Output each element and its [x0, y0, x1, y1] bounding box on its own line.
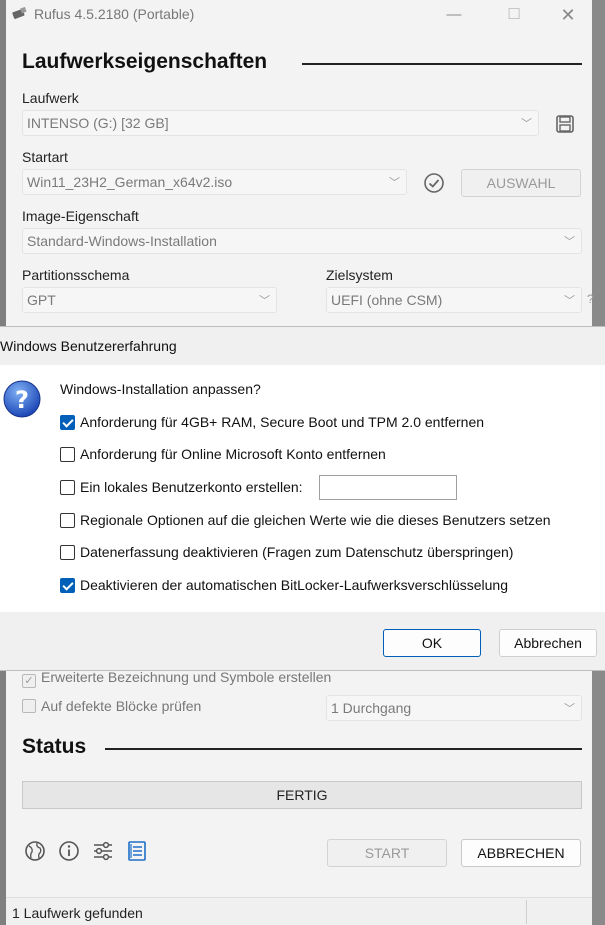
partition-scheme-select[interactable]: GPT ﹀ [22, 287, 277, 313]
checkbox-checked-icon: ✓ [22, 674, 36, 688]
cancel-button[interactable]: ABBRECHEN [461, 839, 581, 867]
dialog-title: Windows Benutzererfahrung [0, 338, 177, 354]
boot-select[interactable]: Win11_23H2_German_x64v2.iso ﹀ [22, 169, 407, 195]
image-option-value: Standard-Windows-Installation [27, 233, 217, 249]
question-icon: ? [3, 380, 41, 418]
window-title: Rufus 4.5.2180 (Portable) [34, 6, 195, 22]
chevron-down-icon: ﹀ [389, 177, 400, 189]
chevron-down-icon: ﹀ [259, 295, 270, 307]
heading-divider [105, 748, 582, 750]
checkbox-icon[interactable] [60, 480, 75, 495]
status-bar: 1 Laufwerk gefunden [6, 897, 592, 925]
local-username-input[interactable] [319, 475, 457, 500]
option-label: Anforderung für Online Microsoft Konto e… [80, 446, 386, 462]
select-image-button[interactable]: AUSWAHL [461, 169, 581, 197]
chevron-down-icon: ﹀ [521, 118, 532, 130]
extended-label-text: Erweiterte Bezeichnung und Symbole erste… [41, 669, 332, 685]
image-option-select[interactable]: Standard-Windows-Installation ﹀ [22, 228, 582, 254]
maximize-button[interactable]: ☐ [502, 4, 526, 26]
boot-label: Startart [22, 149, 68, 165]
option-label: Ein lokales Benutzerkonto erstellen: [80, 479, 303, 495]
checkbox-checked-icon[interactable] [60, 415, 75, 430]
partition-scheme-label: Partitionsschema [22, 267, 130, 283]
save-icon[interactable] [555, 114, 575, 134]
start-button[interactable]: START [327, 839, 447, 867]
checkbox-icon[interactable] [60, 447, 75, 462]
drive-properties-heading: Laufwerkseigenschaften [22, 50, 268, 73]
target-system-label: Zielsystem [326, 267, 393, 283]
target-system-select[interactable]: UEFI (ohne CSM) ﹀ [326, 287, 582, 313]
boot-select-value: Win11_23H2_German_x64v2.iso [27, 174, 233, 190]
checkbox-icon [22, 699, 36, 713]
option-label: Deaktivieren der automatischen BitLocker… [80, 577, 508, 593]
dialog-cancel-button[interactable]: Abbrechen [499, 629, 597, 657]
close-button[interactable]: ✕ [556, 4, 580, 26]
title-bar: Rufus 4.5.2180 (Portable) — ☐ ✕ [6, 0, 592, 30]
windows-experience-dialog: Windows Benutzererfahrung ? Windows-Inst… [0, 326, 605, 671]
chevron-down-icon: ﹀ [564, 236, 575, 248]
sliders-icon[interactable] [91, 839, 115, 863]
checkbox-icon[interactable] [60, 513, 75, 528]
checkbox-checked-icon[interactable] [60, 578, 75, 593]
status-heading: Status [22, 735, 87, 758]
drive-select[interactable]: INTENSO (G:) [32 GB] ﹀ [22, 110, 539, 136]
dialog-body: ? Windows-Installation anpassen? Anforde… [0, 365, 605, 612]
usb-drive-icon [12, 6, 27, 19]
bad-blocks-text: Auf defekte Blöcke prüfen [41, 698, 202, 714]
svg-text:?: ? [15, 386, 29, 414]
drive-label: Laufwerk [22, 90, 79, 106]
log-icon[interactable] [125, 839, 149, 863]
image-option-label: Image-Eigenschaft [22, 208, 139, 224]
option-label: Datenerfassung deaktivieren (Fragen zum … [80, 544, 514, 560]
minimize-button[interactable]: — [442, 4, 466, 26]
check-circle-icon[interactable] [423, 172, 445, 194]
status-bar-separator [526, 900, 527, 924]
status-bar-text: 1 Laufwerk gefunden [12, 905, 143, 921]
checkbox-icon[interactable] [60, 545, 75, 560]
partition-scheme-value: GPT [27, 292, 56, 308]
target-system-value: UEFI (ohne CSM) [331, 292, 443, 308]
drive-select-value: INTENSO (G:) [32 GB] [27, 115, 169, 131]
help-icon[interactable]: ? [587, 292, 594, 306]
chevron-down-icon: ﹀ [564, 703, 575, 715]
ok-button[interactable]: OK [383, 629, 481, 657]
globe-icon[interactable] [23, 839, 47, 863]
chevron-down-icon: ﹀ [564, 295, 575, 307]
passes-select[interactable]: 1 Durchgang ﹀ [326, 695, 582, 721]
option-label: Regionale Optionen auf die gleichen Wert… [80, 512, 551, 528]
bad-blocks-checkbox[interactable]: Auf defekte Blöcke prüfen [22, 698, 201, 714]
info-icon[interactable] [57, 839, 81, 863]
extended-label-checkbox[interactable]: ✓ Erweiterte Bezeichnung und Symbole erst… [22, 669, 331, 688]
progress-bar: FERTIG [22, 781, 582, 809]
dialog-question: Windows-Installation anpassen? [60, 381, 261, 397]
heading-divider [302, 63, 582, 65]
passes-value: 1 Durchgang [331, 700, 412, 716]
option-label: Anforderung für 4GB+ RAM, Secure Boot un… [80, 414, 485, 430]
